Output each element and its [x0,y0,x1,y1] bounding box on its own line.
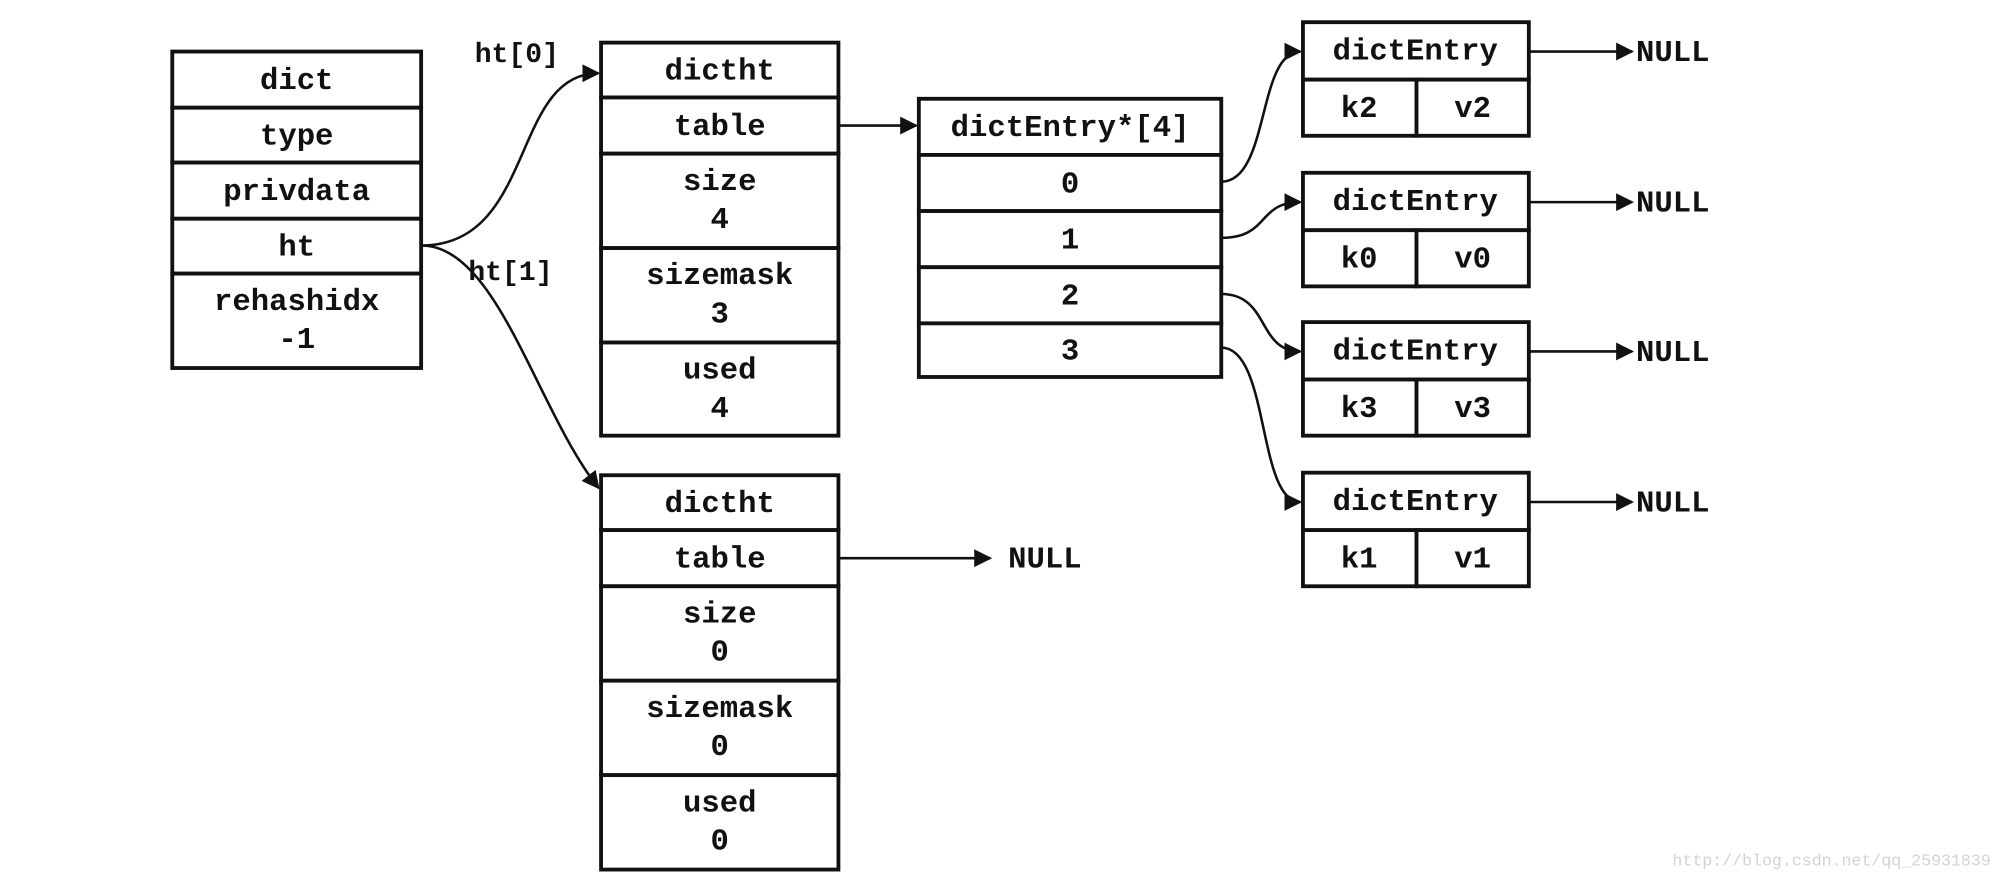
dict-entry-k1: dictEntry k1 v1 NULL [1301,470,1710,589]
field-label: privdata [223,176,370,210]
bucket-arrow [1221,292,1303,361]
field-label: size [683,598,756,632]
watermark: http://blog.csdn.net/qq_25931839 [1672,852,1990,871]
entry-title: dictEntry [1333,36,1498,70]
field-value: 4 [711,204,729,238]
field-label: dict [260,65,333,99]
field-label: rehashidx [214,286,379,320]
dict-entry-k2: dictEntry k2 v2 NULL [1301,20,1710,138]
field-label: dictEntry*[4] [951,112,1190,146]
bucket-arrow [1221,193,1303,240]
field-label: 3 [1061,336,1079,370]
dict-entry-k3: dictEntry k3 v3 NULL [1301,320,1710,438]
entry-value-text: v3 [1454,393,1491,427]
dict-struct: dict type privdata ht rehashidx -1 [170,49,424,370]
label-ht0: ht[0] [475,40,559,71]
entry-key-text: k3 [1341,393,1378,427]
ht1-table-null: NULL [1008,544,1081,578]
ht0-dictht: dictht table size 4 sizemask 3 used 4 [599,40,841,438]
null-label: NULL [1636,337,1709,371]
field-label: 0 [1061,168,1079,202]
field-label: sizemask [646,260,793,294]
bucket-arrow [1221,42,1303,183]
dictentry-array: dictEntry*[4] 0 1 2 3 [916,96,1224,379]
null-label: NULL [1636,188,1709,222]
dict-entry-k0: dictEntry k0 v0 NULL [1301,170,1710,289]
field-label: dictht [665,55,775,89]
entry-title: dictEntry [1333,486,1498,520]
entry-value-text: v1 [1454,544,1491,578]
field-label: 2 [1061,281,1079,315]
entry-key-text: k2 [1341,93,1378,127]
bucket-arrow [1221,346,1303,511]
field-value: 0 [711,826,729,860]
field-label: type [260,121,333,155]
field-label: sizemask [646,693,793,727]
field-label: 1 [1061,225,1079,259]
field-value: -1 [278,324,315,358]
entry-key-text: k0 [1341,244,1378,278]
entry-value-text: v2 [1454,93,1491,127]
field-label: table [674,544,766,578]
entry-title: dictEntry [1333,186,1498,220]
field-value: 3 [711,299,729,333]
entry-value-text: v0 [1454,244,1491,278]
field-label: ht [278,232,315,266]
ht0-arrow [421,64,601,247]
null-label: NULL [1636,37,1709,71]
entry-key-text: k1 [1341,544,1378,578]
field-label: used [683,355,756,389]
label-ht1: ht[1] [468,258,552,289]
field-value: 0 [711,731,729,765]
field-value: 0 [711,637,729,671]
field-label: dictht [665,488,775,522]
ht1-dictht: dictht table size 0 sizemask 0 used 0 [599,473,841,872]
entry-title: dictEntry [1333,336,1498,370]
redis-dict-diagram: dict type privdata ht rehashidx -1 dictht table… [170,20,1991,872]
null-label: NULL [1636,487,1709,521]
field-value: 4 [711,393,729,427]
field-label: table [674,111,766,145]
field-label: used [683,787,756,821]
field-label: size [683,166,756,200]
